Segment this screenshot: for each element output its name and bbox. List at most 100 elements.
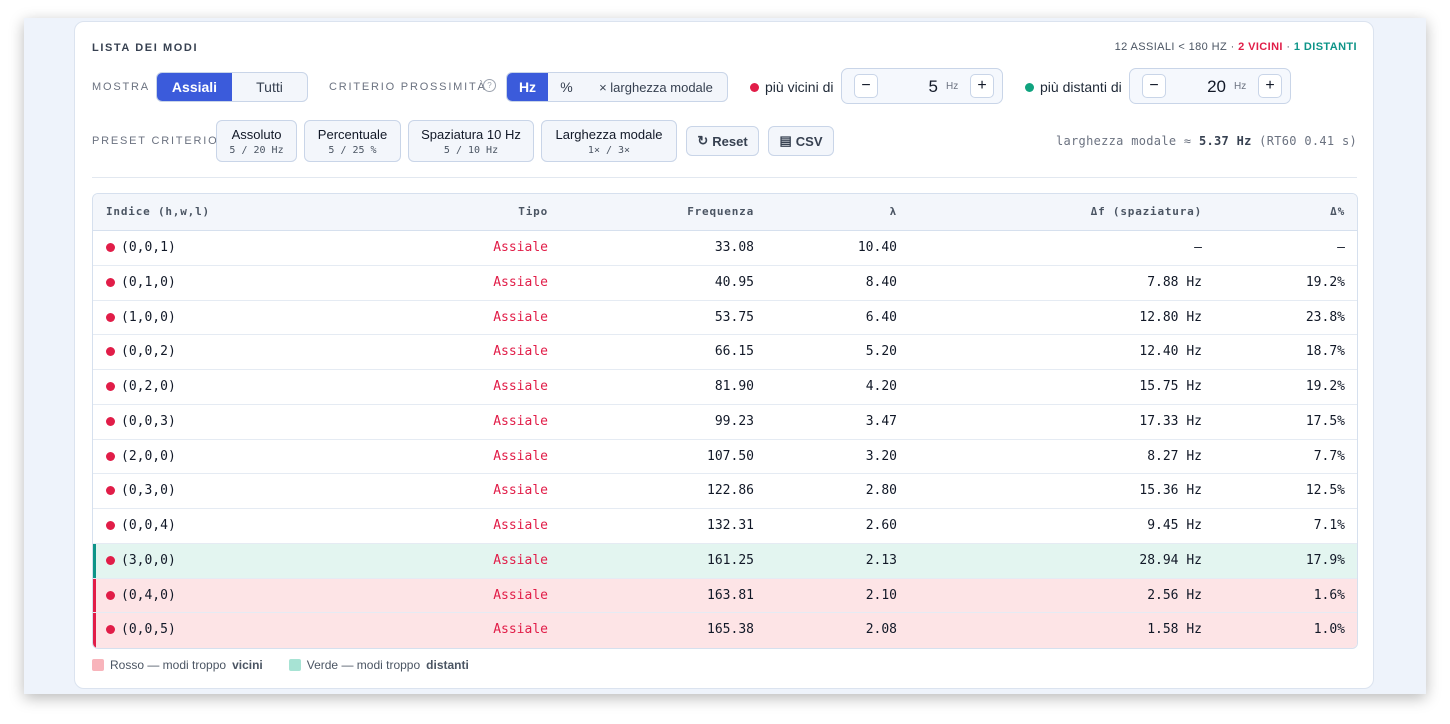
col-spacing[interactable]: Δf (spaziatura): [1091, 205, 1202, 218]
row-spacing: 17.33 Hz: [1139, 413, 1202, 429]
modal-width-value: 5.37 Hz: [1198, 134, 1252, 148]
criterion-option-percent[interactable]: %: [548, 73, 585, 101]
row-spacing: 7.88 Hz: [1147, 274, 1202, 290]
row-index: (0,4,0): [106, 588, 176, 603]
preset-name: Larghezza modale: [555, 127, 663, 142]
row-delta-percent: 7.1%: [1313, 518, 1345, 533]
criterion-option-modal-width[interactable]: × larghezza modale: [585, 73, 727, 101]
csv-button[interactable]: ▤ CSV: [768, 126, 834, 156]
reset-button[interactable]: ↻ Reset: [686, 126, 759, 156]
row-index: (0,0,4): [106, 518, 176, 533]
preset-percentuale[interactable]: Percentuale 5 / 25 %: [304, 120, 401, 162]
legend-green-bold: distanti: [426, 658, 469, 672]
modes-panel: LISTA DEI MODI 12 ASSIALI < 180 HZ · 2 V…: [74, 21, 1374, 689]
row-frequency: 161.25: [707, 552, 754, 568]
red-dot-icon: [106, 521, 115, 530]
table-row[interactable]: (0,2,0) Assiale 81.90 4.20 15.75 Hz 19.2%: [93, 370, 1357, 405]
row-status-bar: [93, 474, 96, 508]
reset-label: Reset: [712, 133, 748, 149]
near-label-text: più vicini di: [765, 79, 834, 95]
row-index: (2,0,0): [106, 449, 176, 464]
near-decrement-button[interactable]: −: [854, 74, 878, 98]
row-type: Assiale: [493, 483, 548, 499]
row-index: (0,0,5): [106, 622, 176, 637]
far-increment-button[interactable]: +: [1258, 74, 1282, 98]
row-index-text: (1,0,0): [121, 309, 176, 325]
legend-green-text: Verde — modi troppo: [306, 658, 421, 672]
modal-width-info: larghezza modale ≈ 5.37 Hz (RT60 0.41 s): [1056, 134, 1357, 148]
col-frequency[interactable]: Frequenza: [687, 205, 754, 218]
red-dot-icon: [106, 555, 115, 565]
col-delta-percent[interactable]: Δ%: [1330, 205, 1345, 218]
row-index: (0,2,0): [106, 379, 176, 394]
row-status-bar: [93, 509, 96, 543]
far-value-input[interactable]: 20: [1207, 77, 1226, 97]
table-row[interactable]: (0,0,4) Assiale 132.31 2.60 9.45 Hz 7.1%: [93, 509, 1357, 544]
col-index[interactable]: Indice (h,w,l): [106, 205, 210, 218]
row-lambda: 2.10: [865, 587, 897, 603]
table-row[interactable]: (0,0,1) Assiale 33.08 10.40 — —: [93, 231, 1357, 266]
row-delta-percent: 1.6%: [1313, 587, 1345, 603]
red-dot-icon: [750, 82, 759, 92]
row-index: (0,0,1): [106, 240, 176, 255]
table-row[interactable]: (2,0,0) Assiale 107.50 3.20 8.27 Hz 7.7%: [93, 440, 1357, 475]
row-lambda: 6.40: [865, 309, 897, 325]
near-value-input[interactable]: 5: [929, 77, 938, 97]
red-dot-icon: [106, 486, 115, 496]
table-row[interactable]: (0,3,0) Assiale 122.86 2.80 15.36 Hz 12.5%: [93, 474, 1357, 509]
row-spacing: 8.27 Hz: [1147, 448, 1202, 464]
red-dot-icon: [106, 347, 115, 357]
far-decrement-button[interactable]: −: [1142, 74, 1166, 98]
row-index-text: (0,0,1): [121, 240, 176, 255]
table-row[interactable]: (0,0,5) Assiale 165.38 2.08 1.58 Hz 1.0%: [93, 613, 1357, 648]
preset-larghezza[interactable]: Larghezza modale 1× / 3×: [541, 120, 677, 162]
row-lambda: 3.20: [865, 448, 897, 464]
summary-far: 1 DISTANTI: [1293, 41, 1357, 53]
row-index: (1,0,0): [106, 310, 176, 325]
near-stepper: − 5 Hz +: [841, 68, 1003, 104]
criterion-toggle: Hz % × larghezza modale: [506, 72, 728, 102]
row-index-text: (0,4,0): [121, 587, 176, 603]
table-row[interactable]: (0,0,2) Assiale 66.15 5.20 12.40 Hz 18.7%: [93, 335, 1357, 370]
col-type[interactable]: Tipo: [518, 205, 548, 218]
table-body: (0,0,1) Assiale 33.08 10.40 — — (0,1,0) Assiale…: [93, 231, 1357, 648]
preset-spaziatura[interactable]: Spaziatura 10 Hz 5 / 10 Hz: [408, 120, 534, 162]
preset-sub: 1× / 3×: [587, 145, 631, 156]
table-row[interactable]: (0,0,3) Assiale 99.23 3.47 17.33 Hz 17.5%: [93, 405, 1357, 440]
row-type: Assiale: [493, 309, 548, 325]
preset-assoluto[interactable]: Assoluto 5 / 20 Hz: [216, 120, 297, 162]
row-index-text: (0,0,3): [121, 413, 176, 429]
window-frame: LISTA DEI MODI 12 ASSIALI < 180 HZ · 2 V…: [24, 18, 1426, 694]
row-lambda: 8.40: [865, 274, 897, 290]
row-type: Assiale: [493, 518, 548, 533]
table-row[interactable]: (1,0,0) Assiale 53.75 6.40 12.80 Hz 23.8%: [93, 301, 1357, 336]
row-spacing: —: [1194, 240, 1202, 255]
row-index-text: (0,0,4): [121, 518, 176, 533]
criterion-option-hz[interactable]: Hz: [507, 73, 548, 101]
row-index: (0,0,2): [106, 344, 176, 359]
far-unit: Hz: [1234, 81, 1247, 92]
row-spacing: 1.58 Hz: [1147, 622, 1202, 638]
show-option-tutti[interactable]: Tutti: [232, 73, 307, 101]
row-type: Assiale: [493, 344, 548, 360]
preset-sub: 5 / 25 %: [328, 145, 377, 156]
row-status-bar: [93, 543, 96, 578]
col-lambda[interactable]: λ: [890, 205, 897, 218]
row-index-text: (0,2,0): [121, 379, 176, 394]
summary-sep: ·: [1286, 41, 1291, 53]
red-dot-icon: [106, 277, 115, 287]
row-type: Assiale: [493, 240, 548, 255]
show-option-assiali[interactable]: Assiali: [157, 73, 232, 101]
row-frequency: 132.31: [707, 518, 754, 533]
table-row[interactable]: (0,4,0) Assiale 163.81 2.10 2.56 Hz 1.6%: [93, 578, 1357, 614]
row-lambda: 2.08: [865, 622, 897, 638]
table-row[interactable]: (0,1,0) Assiale 40.95 8.40 7.88 Hz 19.2%: [93, 266, 1357, 301]
row-status-bar: [93, 301, 96, 335]
preset-name: Spaziatura 10 Hz: [421, 127, 521, 142]
row-frequency: 107.50: [707, 448, 754, 464]
row-lambda: 2.13: [865, 552, 897, 568]
help-icon[interactable]: ?: [483, 79, 496, 92]
table-row[interactable]: (3,0,0) Assiale 161.25 2.13 28.94 Hz 17.9%: [93, 543, 1357, 579]
near-increment-button[interactable]: +: [970, 74, 994, 98]
far-stepper: − 20 Hz +: [1129, 68, 1291, 104]
